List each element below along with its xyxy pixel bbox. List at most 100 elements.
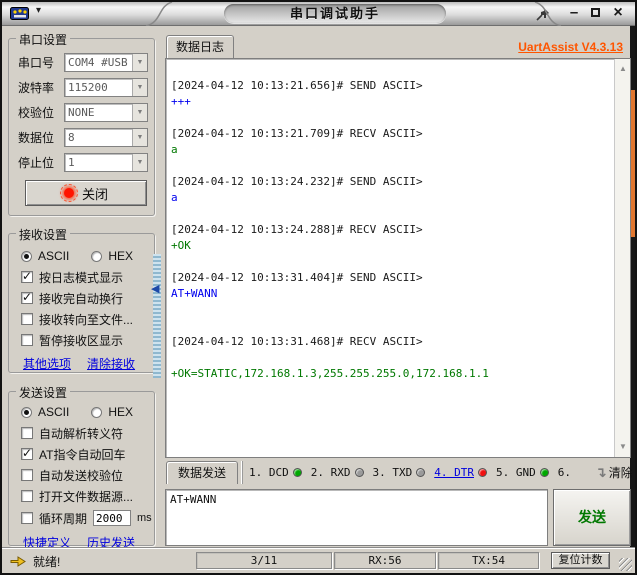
status-ready: 就绪!: [10, 553, 60, 570]
close-port-button[interactable]: 关闭: [25, 180, 147, 206]
recv-option-log-mode[interactable]: 按日志模式显示: [21, 269, 154, 285]
group-serial-title: 串口设置: [16, 31, 71, 48]
auto-parity-label: 自动发送校验位: [39, 468, 124, 483]
log-line: a: [171, 191, 178, 204]
recv-format-radios: ASCII HEX: [21, 248, 154, 264]
recv-option-pause-display[interactable]: 暂停接收区显示: [21, 332, 154, 348]
send-hex-radio[interactable]: [91, 406, 103, 418]
field-parity: 校验位 NONE ▼: [18, 103, 148, 122]
recv-to-file-checkbox[interactable]: [21, 313, 33, 325]
recv-ascii-radio[interactable]: [21, 250, 32, 262]
send-ascii-radio[interactable]: [21, 406, 32, 418]
log-view[interactable]: [2024-04-12 10:13:21.656]# SEND ASCII> ++…: [165, 58, 631, 458]
maximize-button[interactable]: [586, 4, 604, 22]
field-baud-rate: 波特率 115200 ▼: [18, 78, 148, 97]
cycle-unit-label: ms: [137, 512, 152, 524]
txd-label: 3. TXD: [372, 466, 413, 479]
baud-rate-value: 115200: [68, 81, 108, 94]
tab-data-log[interactable]: 数据日志: [166, 35, 234, 58]
chevron-down-icon[interactable]: ▼: [132, 79, 147, 96]
auto-newline-label: 接收完自动换行: [39, 291, 124, 306]
group-recv-settings: 接收设置 ASCII HEX 按日志模式显示 接收完自动换行 接收转向至文件..…: [8, 226, 155, 373]
send-option-cycle[interactable]: 循环周期 ms: [21, 509, 154, 527]
reset-count-button[interactable]: 复位计数: [551, 552, 610, 569]
stop-bits-label: 停止位: [18, 156, 55, 170]
log-mode-checkbox[interactable]: [21, 269, 33, 283]
data-bits-select[interactable]: 8 ▼: [64, 128, 148, 147]
statusbar: 就绪! 3/11 RX:56 TX:54 复位计数: [2, 549, 635, 573]
log-line: [2024-04-12 10:13:31.404]# SEND ASCII>: [171, 271, 423, 284]
com-port-select[interactable]: COM4 #USB ▼: [64, 53, 148, 72]
pin-indicator-strip: 1. DCD 2. RXD 3. TXD 4. DTR 5. GND 6. ↴ …: [242, 461, 632, 484]
log-line: [2024-04-12 10:13:31.468]# RECV ASCII>: [171, 335, 423, 348]
app-icon[interactable]: [10, 6, 30, 21]
send-button[interactable]: 发送: [553, 489, 631, 546]
stop-bits-value: 1: [68, 156, 75, 169]
send-option-escape[interactable]: 自动解析转义符: [21, 425, 154, 441]
status-tx-counter: TX:54: [438, 552, 539, 569]
baud-rate-select[interactable]: 115200 ▼: [64, 78, 148, 97]
send-option-at-cr[interactable]: AT指令自动回车: [21, 446, 154, 462]
status-ready-text: 就绪!: [33, 555, 61, 569]
chevron-down-icon[interactable]: ▼: [132, 129, 147, 146]
collapse-panel-icon[interactable]: ◀: [151, 282, 159, 295]
escape-checkbox[interactable]: [21, 427, 33, 439]
stop-bits-select[interactable]: 1 ▼: [64, 153, 148, 172]
pause-display-label: 暂停接收区显示: [39, 333, 124, 348]
group-serial-settings: 串口设置 串口号 COM4 #USB ▼ 波特率 115200 ▼ 校验位 NO…: [8, 31, 155, 216]
cycle-checkbox[interactable]: [21, 512, 33, 524]
pin-gnd: 5. GND: [496, 466, 549, 479]
panel-splitter[interactable]: [153, 254, 161, 378]
send-option-auto-parity[interactable]: 自动发送校验位: [21, 467, 154, 483]
pause-display-checkbox[interactable]: [21, 334, 33, 346]
clear-send-area-button[interactable]: ↴ 清除: [595, 464, 632, 481]
version-link[interactable]: UartAssist V4.3.13: [518, 40, 623, 54]
titlebar[interactable]: ▾ 串口调试助手 – ×: [2, 2, 635, 26]
status-rx-counter: RX:56: [334, 552, 436, 569]
chevron-down-icon[interactable]: ▼: [132, 154, 147, 171]
pin-6: 6.: [558, 466, 584, 479]
clear-recv-link[interactable]: 清除接收: [87, 355, 135, 371]
recv-hex-radio[interactable]: [91, 250, 103, 262]
chevron-down-icon[interactable]: ▼: [132, 54, 147, 71]
at-cr-checkbox[interactable]: [21, 446, 33, 460]
window-title: 串口调试助手: [289, 6, 380, 21]
txd-led-icon: [416, 468, 426, 477]
gnd-led-icon: [539, 468, 549, 477]
log-scrollbar[interactable]: ▲ ▼: [614, 59, 630, 457]
minimize-button[interactable]: –: [565, 4, 583, 22]
more-options-link[interactable]: 其他选项: [23, 355, 71, 371]
chevron-down-icon[interactable]: ▼: [132, 104, 147, 121]
send-option-file-source[interactable]: 打开文件数据源...: [21, 488, 154, 504]
auto-newline-checkbox[interactable]: [21, 290, 33, 304]
titlebar-curve-left: [145, 2, 173, 26]
send-input[interactable]: AT+WANN: [165, 489, 548, 546]
log-lines: [2024-04-12 10:13:21.656]# SEND ASCII> ++…: [171, 79, 610, 455]
auto-parity-checkbox[interactable]: [21, 469, 33, 481]
close-window-button[interactable]: ×: [609, 4, 627, 22]
log-mode-label: 按日志模式显示: [39, 270, 124, 285]
log-line: +++: [171, 95, 191, 108]
recv-option-to-file[interactable]: 接收转向至文件...: [21, 311, 154, 327]
app-menu-caret-icon[interactable]: ▾: [36, 5, 41, 16]
pin-rxd: 2. RXD: [311, 466, 364, 479]
file-source-checkbox[interactable]: [21, 490, 33, 502]
scroll-down-icon[interactable]: ▼: [615, 439, 630, 455]
dtr-link[interactable]: 4. DTR: [434, 466, 474, 479]
field-stop-bits: 停止位 1 ▼: [18, 153, 148, 172]
cycle-period-input[interactable]: [93, 510, 132, 526]
hand-pointer-icon: [10, 556, 26, 567]
log-line: [2024-04-12 10:13:24.288]# RECV ASCII>: [171, 223, 423, 236]
log-line: a: [171, 143, 178, 156]
send-hex-label: HEX: [108, 405, 134, 419]
recv-option-auto-newline[interactable]: 接收完自动换行: [21, 290, 154, 306]
tab-data-send[interactable]: 数据发送: [166, 461, 238, 484]
parity-select[interactable]: NONE ▼: [64, 103, 148, 122]
pin6-label: 6.: [557, 466, 571, 479]
scroll-up-icon[interactable]: ▲: [615, 61, 630, 77]
com-port-value: COM4 #USB: [68, 56, 128, 69]
parity-label: 校验位: [18, 106, 55, 120]
resize-grip[interactable]: [619, 558, 632, 571]
